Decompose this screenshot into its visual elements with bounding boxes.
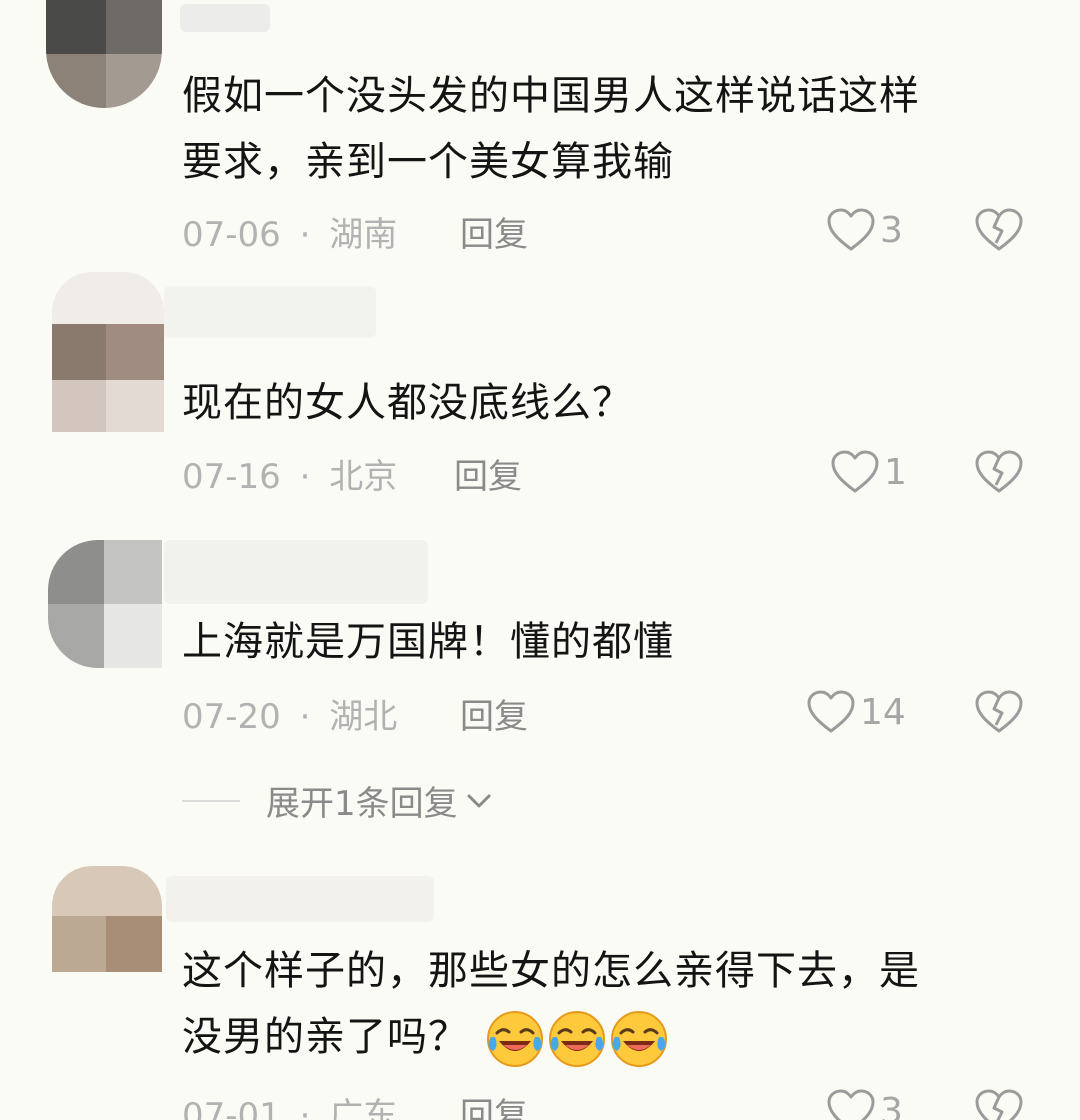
heart-outline-icon [827, 1089, 875, 1120]
like-count: 14 [860, 691, 906, 733]
dislike-button[interactable] [974, 449, 1024, 499]
expand-replies-label: 展开1条回复 [266, 784, 458, 824]
like-button[interactable]: 14 [806, 689, 906, 735]
expand-replies-button[interactable]: 展开1条回复 [182, 776, 494, 825]
tears-of-joy-emoji-icon [610, 1011, 667, 1067]
comment-meta: 07-16 · 北京 回复 [182, 449, 522, 498]
comment-date: 07-16 [182, 457, 281, 497]
username-blurred[interactable] [164, 286, 376, 338]
comment-meta: 07-20 · 湖北 回复 [182, 689, 528, 738]
avatar[interactable] [48, 540, 162, 668]
dislike-button[interactable] [974, 1088, 1024, 1120]
like-button[interactable]: 1 [830, 449, 907, 495]
username-blurred[interactable] [180, 4, 270, 32]
like-count: 1 [884, 451, 907, 493]
heart-outline-icon [827, 208, 875, 251]
comment-location: 广东 [329, 1096, 398, 1120]
comment-text: 上海就是万国牌！懂的都懂 [182, 619, 674, 665]
comment-meta: 07-06 · 湖南 回复 [182, 207, 528, 256]
comment-location: 湖南 [329, 215, 398, 255]
like-button[interactable]: 3 [826, 207, 903, 253]
divider [182, 799, 240, 802]
avatar[interactable] [52, 272, 164, 432]
username-blurred[interactable] [164, 540, 428, 604]
reply-button[interactable]: 回复 [460, 689, 528, 738]
comment-text: 假如一个没头发的中国男人这样说话这样 要求，亲到一个美女算我输 [182, 73, 920, 185]
avatar[interactable] [46, 0, 162, 108]
comment-list: 假如一个没头发的中国男人这样说话这样 要求，亲到一个美女算我输 07-06 · … [0, 0, 1080, 1120]
dislike-button[interactable] [974, 207, 1024, 257]
reply-button[interactable]: 回复 [454, 449, 522, 498]
broken-heart-icon [975, 208, 1023, 251]
heart-outline-icon [831, 450, 879, 493]
broken-heart-icon [975, 1089, 1023, 1120]
comment-date: 07-20 [182, 697, 281, 737]
tears-of-joy-emoji-icon [486, 1011, 543, 1067]
like-count: 3 [880, 1090, 903, 1120]
comment-meta: 07-01 · 广东 回复 [182, 1088, 528, 1120]
heart-outline-icon [807, 690, 855, 733]
comment-location: 北京 [329, 457, 398, 497]
reply-button[interactable]: 回复 [460, 207, 528, 256]
comment-date: 07-01 [182, 1096, 281, 1120]
like-count: 3 [880, 209, 903, 251]
reply-button[interactable]: 回复 [460, 1088, 528, 1120]
like-button[interactable]: 3 [826, 1088, 903, 1120]
comment-text: 这个样子的，那些女的怎么亲得下去，是 没男的亲了吗？ [182, 938, 920, 1070]
username-blurred[interactable] [166, 876, 434, 922]
tears-of-joy-emoji-icon [548, 1011, 605, 1067]
comment-location: 湖北 [329, 697, 398, 737]
broken-heart-icon [975, 450, 1023, 493]
comment-date: 07-06 [182, 215, 281, 255]
broken-heart-icon [975, 690, 1023, 733]
avatar[interactable] [52, 866, 162, 972]
comment-text: 现在的女人都没底线么？ [182, 380, 633, 426]
dislike-button[interactable] [974, 689, 1024, 739]
chevron-down-icon [467, 794, 491, 807]
